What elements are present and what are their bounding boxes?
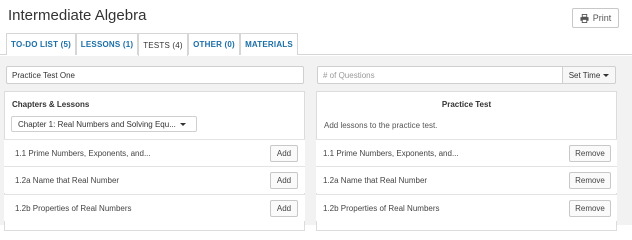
chapter-select[interactable]: Chapter 1: Real Numbers and Solving Equ.…	[11, 116, 197, 132]
tab-bar: TO-DO LIST (5) LESSONS (1) TESTS (4) OTH…	[0, 33, 632, 56]
lesson-label: 1.2b Properties of Real Numbers	[15, 204, 132, 213]
test-lesson-row: 1.2b Properties of Real Numbers Remove	[316, 194, 617, 221]
tab-todo-list[interactable]: TO-DO LIST (5)	[6, 33, 76, 55]
test-name-input[interactable]: Practice Test One	[6, 66, 304, 84]
print-button-label: Print	[592, 13, 612, 23]
test-lesson-label: 1.2b Properties of Real Numbers	[323, 204, 440, 213]
chevron-down-icon	[179, 122, 186, 126]
chapters-lessons-title: Chapters & Lessons	[12, 100, 90, 109]
add-lesson-button[interactable]: Add	[270, 200, 298, 217]
print-button[interactable]: Print	[572, 8, 619, 28]
remove-lesson-button[interactable]: Remove	[569, 172, 611, 189]
practice-test-hint: Add lessons to the practice test.	[324, 121, 438, 130]
add-lesson-button[interactable]: Add	[270, 145, 298, 162]
lesson-label: 1.1 Prime Numbers, Exponents, and...	[15, 149, 151, 158]
tab-materials[interactable]: MATERIALS	[240, 33, 298, 55]
lesson-row: 1.2a Name that Real Number Add	[4, 166, 305, 193]
chevron-down-icon	[603, 73, 610, 77]
remove-lesson-button[interactable]: Remove	[569, 200, 611, 217]
page-header: Intermediate Algebra Print	[0, 0, 632, 36]
add-lesson-button[interactable]: Add	[270, 172, 298, 189]
test-lesson-label: 1.2a Name that Real Number	[323, 176, 428, 185]
test-lesson-row: 1.2a Name that Real Number Remove	[316, 166, 617, 193]
test-lesson-label: 1.1 Prime Numbers, Exponents, and...	[323, 149, 459, 158]
lesson-label: 1.2a Name that Real Number	[15, 176, 120, 185]
chapter-select-value: Chapter 1: Real Numbers and Solving Equ.…	[18, 119, 176, 129]
printer-icon	[580, 13, 589, 23]
tab-tests[interactable]: TESTS (4)	[138, 33, 188, 56]
set-time-label: Set Time	[568, 70, 601, 80]
practice-test-title: Practice Test	[441, 100, 492, 109]
tab-lessons[interactable]: LESSONS (1)	[76, 33, 138, 55]
page-title: Intermediate Algebra	[8, 7, 147, 24]
lesson-row: 1.2b Properties of Real Numbers Add	[4, 194, 305, 221]
set-time-dropdown[interactable]: Set Time	[562, 66, 616, 84]
lesson-row: 1.1 Prime Numbers, Exponents, and... Add	[4, 139, 305, 166]
question-count-input[interactable]: # of Questions	[317, 66, 563, 84]
test-lesson-row: 1.1 Prime Numbers, Exponents, and... Rem…	[316, 139, 617, 166]
remove-lesson-button[interactable]: Remove	[569, 145, 611, 162]
tab-other[interactable]: OTHER (0)	[188, 33, 240, 55]
